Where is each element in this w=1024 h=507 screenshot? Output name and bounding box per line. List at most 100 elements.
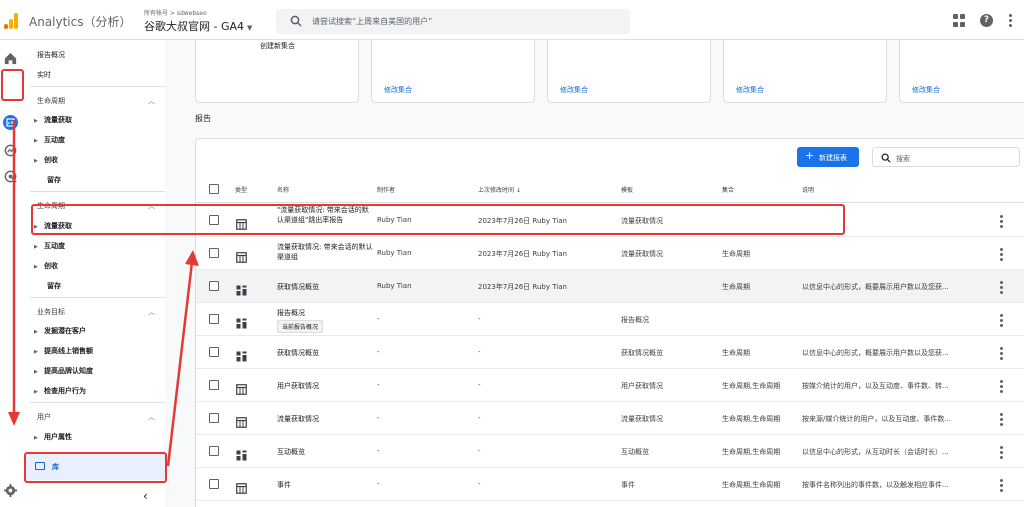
report-collection: 生命周期,生命周期 (722, 415, 781, 423)
report-template: 获取情况概览 (621, 349, 663, 357)
table-report-icon (236, 248, 247, 263)
explore-icon[interactable] (3, 143, 18, 158)
edit-collection-link[interactable]: 修改集合 (912, 85, 940, 95)
column-header-description[interactable]: 说明 (802, 185, 814, 194)
nav-item-user-behavior[interactable]: ▶ 检查用户行为 (34, 386, 86, 396)
row-more-vert-icon[interactable] (1000, 446, 1003, 459)
report-modified: - (478, 381, 481, 389)
nav-label: 用户属性 (44, 433, 72, 441)
row-checkbox[interactable] (209, 281, 219, 291)
nav-item-online-sales[interactable]: ▶ 提高线上销售额 (34, 346, 93, 356)
search-bar[interactable]: 请尝试搜索“上周来自美国的用户” (276, 9, 630, 34)
row-checkbox[interactable] (209, 446, 219, 456)
column-header-template[interactable]: 模板 (621, 185, 633, 194)
report-collection: 生命周期,生命周期 (722, 481, 781, 489)
row-more-vert-icon[interactable] (1000, 413, 1003, 426)
nav-item-retention[interactable]: 留存 (47, 175, 61, 185)
collection-card: 修改集合 (723, 40, 887, 103)
nav-label: 流量获取 (44, 116, 72, 124)
advertising-icon[interactable] (3, 169, 18, 184)
nav-divider (30, 297, 165, 298)
report-name[interactable]: 用户获取情况 (277, 381, 319, 391)
column-header-collection[interactable]: 集合 (722, 185, 734, 194)
table-row[interactable]: 获取情况概览 - - 获取情况概览 生命周期 以信息中心的形式，概要展示用户数以及您获..… (196, 336, 1024, 369)
table-row[interactable]: 事件 - - 事件 生命周期,生命周期 按事件名称列出的事件数，以及触发相应事件... (196, 468, 1024, 501)
report-name-text: 事件 (277, 481, 291, 489)
property-name: 谷歌大叔官网 - GA4 (144, 20, 245, 33)
nav-section-user[interactable]: 用户 ︿ (37, 412, 155, 422)
report-name[interactable]: 事件 (277, 480, 291, 490)
table-row[interactable]: 报告概况 当前报告概况 - - 报告概况 (196, 303, 1024, 336)
nav-item-monetization-2[interactable]: ▶ 创收 (34, 261, 58, 271)
collapse-nav-chevron-icon[interactable]: ‹ (143, 489, 148, 503)
row-checkbox[interactable] (209, 314, 219, 324)
nav-item-brand-awareness[interactable]: ▶ 提高品牌认知度 (34, 366, 93, 376)
app-title[interactable]: Analytics（分析） (29, 13, 132, 30)
table-search-input[interactable]: 搜索 (872, 147, 1020, 167)
account-path[interactable]: 所有帐号 > sdwebseo (144, 8, 207, 17)
report-name-text: 用户获取情况 (277, 382, 319, 390)
current-snapshot-chip: 当前报告概况 (277, 320, 324, 333)
table-row[interactable]: 获取情况概览 Ruby Tian 2023年7月26日 Ruby Tian 生命周期 以… (196, 270, 1024, 303)
nav-section-lifecycle-1[interactable]: 生命周期 ︿ (37, 96, 155, 106)
apps-grid-icon[interactable] (953, 14, 967, 28)
nav-item-engagement[interactable]: ▶ 互动度 (34, 135, 65, 145)
more-vert-icon[interactable] (1008, 14, 1012, 28)
column-header-name[interactable]: 名称 (277, 185, 289, 194)
property-selector[interactable]: 谷歌大叔官网 - GA4 ▼ (144, 18, 252, 34)
edit-collection-link[interactable]: 修改集合 (560, 85, 588, 95)
chevron-up-icon: ︿ (148, 413, 155, 421)
report-name[interactable]: 获取情况概览 (277, 282, 319, 292)
row-checkbox[interactable] (209, 380, 219, 390)
row-more-vert-icon[interactable] (1000, 314, 1003, 327)
row-more-vert-icon[interactable] (1000, 215, 1003, 228)
select-all-checkbox[interactable] (209, 184, 219, 194)
edit-collection-link[interactable]: 修改集合 (736, 85, 764, 95)
edit-collection-link[interactable]: 修改集合 (384, 85, 412, 95)
collection-card: 修改集合 (899, 40, 1024, 103)
nav-item-acquisition[interactable]: ▶ 流量获取 (34, 115, 72, 125)
row-more-vert-icon[interactable] (1000, 380, 1003, 393)
nav-reports-snapshot[interactable]: 报告概况 (37, 50, 65, 60)
report-name[interactable]: 流量获取情况: 带来会话的默认渠道组 (277, 242, 373, 262)
row-checkbox[interactable] (209, 347, 219, 357)
plus-icon: + (805, 149, 815, 162)
report-name[interactable]: 流量获取情况 (277, 414, 319, 424)
row-checkbox[interactable] (209, 479, 219, 489)
report-name-text: 报告概况 (277, 309, 305, 317)
analytics-logo-icon[interactable] (4, 13, 18, 29)
nav-realtime[interactable]: 实时 (37, 70, 51, 80)
report-name[interactable]: 互动概览 (277, 447, 305, 457)
report-name[interactable]: 获取情况概览 (277, 348, 319, 358)
column-header-type[interactable]: 类型 (235, 185, 247, 194)
nav-item-leads[interactable]: ▶ 发掘潜在客户 (34, 326, 86, 336)
settings-gear-icon[interactable] (3, 483, 18, 498)
nav-item-retention-2[interactable]: 留存 (47, 281, 61, 291)
row-checkbox[interactable] (209, 413, 219, 423)
nav-section-business-objectives[interactable]: 业务目标 ︿ (37, 307, 155, 317)
report-description: 按来源/媒介统计的用户，以及互动度、事件数... (802, 415, 952, 423)
report-template: 流量获取情况 (621, 415, 663, 423)
table-row[interactable]: 流量获取情况 - - 流量获取情况 生命周期,生命周期 按来源/媒介统计的用户，以及互动度… (196, 402, 1024, 435)
new-report-button[interactable]: + 新建报表 (797, 147, 859, 167)
column-header-creator[interactable]: 制作者 (377, 185, 395, 194)
reports-icon[interactable] (3, 115, 18, 130)
report-name[interactable]: 报告概况当前报告概况 (277, 308, 324, 333)
nav-item-monetization[interactable]: ▶ 创收 (34, 155, 58, 165)
table-row[interactable]: 互动概览 - - 互动概览 生命周期,生命周期 以信息中心的形式，从互动时长（会话时长）.… (196, 435, 1024, 468)
home-icon[interactable] (3, 51, 18, 66)
report-description: 以信息中心的形式，从互动时长（会话时长）... (802, 448, 949, 456)
row-checkbox[interactable] (209, 248, 219, 258)
help-icon[interactable]: ? (980, 14, 993, 27)
collection-card-create[interactable]: 创建新集合 (195, 40, 359, 103)
table-row[interactable]: 流量获取情况: 带来会话的默认渠道组 Ruby Tian 2023年7月26日 Ru… (196, 237, 1024, 270)
nav-item-engagement-2[interactable]: ▶ 互动度 (34, 241, 65, 251)
row-more-vert-icon[interactable] (1000, 248, 1003, 261)
row-more-vert-icon[interactable] (1000, 347, 1003, 360)
row-more-vert-icon[interactable] (1000, 281, 1003, 294)
table-row[interactable]: 用户获取情况 - - 用户获取情况 生命周期,生命周期 按媒介统计的用户，以及互动度、事件… (196, 369, 1024, 402)
nav-item-user-attributes[interactable]: ▶ 用户属性 (34, 432, 72, 442)
row-more-vert-icon[interactable] (1000, 479, 1003, 492)
nav-label: 提高线上销售额 (44, 347, 93, 355)
column-header-last-modified[interactable]: 上次修改时间 ↓ (478, 185, 521, 194)
